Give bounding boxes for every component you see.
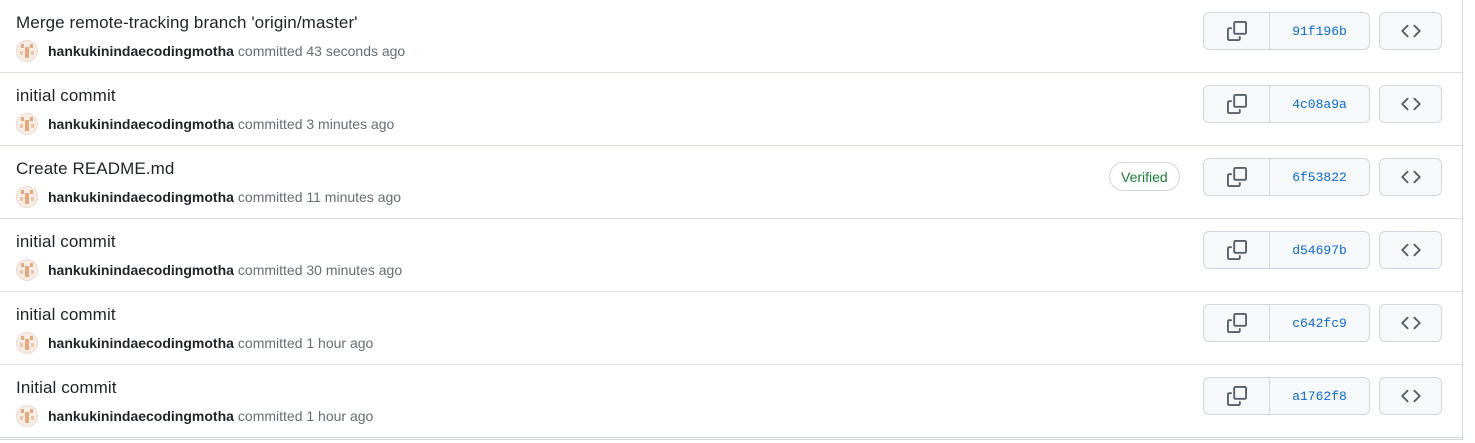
avatar[interactable] <box>16 186 38 208</box>
browse-repository-button[interactable] <box>1379 231 1442 269</box>
copy-sha-button[interactable] <box>1204 159 1270 195</box>
commit-row: initial commit hankukinindaecodingmotha … <box>0 219 1462 292</box>
browse-repository-button[interactable] <box>1379 377 1442 415</box>
commit-sha-button-group: d54697b <box>1203 231 1370 269</box>
commit-meta: hankukinindaecodingmotha committed 1 hou… <box>16 332 373 354</box>
avatar[interactable] <box>16 40 38 62</box>
code-icon <box>1400 167 1421 187</box>
author-link[interactable]: hankukinindaecodingmotha <box>48 335 234 351</box>
commit-time: committed 3 minutes ago <box>237 116 395 132</box>
commit-sha-link[interactable]: d54697b <box>1270 232 1369 268</box>
copy-sha-button[interactable] <box>1204 378 1270 414</box>
code-icon <box>1400 21 1421 41</box>
commit-list: Merge remote-tracking branch 'origin/mas… <box>0 0 1463 440</box>
commit-meta: hankukinindaecodingmotha committed 43 se… <box>16 40 405 62</box>
commit-row: initial commit hankukinindaecodingmotha … <box>0 292 1462 365</box>
commit-time: committed 11 minutes ago <box>237 189 402 205</box>
code-icon <box>1400 240 1421 260</box>
commit-time: committed 1 hour ago <box>237 408 374 424</box>
commit-title[interactable]: Merge remote-tracking branch 'origin/mas… <box>16 13 358 33</box>
commit-title[interactable]: initial commit <box>16 232 116 252</box>
browse-repository-button[interactable] <box>1379 304 1442 342</box>
commit-sha-button-group: c642fc9 <box>1203 304 1370 342</box>
commit-title[interactable]: initial commit <box>16 305 116 325</box>
avatar[interactable] <box>16 405 38 427</box>
commit-time: committed 30 minutes ago <box>237 262 403 278</box>
commit-time: committed 43 seconds ago <box>237 43 406 59</box>
code-icon <box>1400 386 1421 406</box>
avatar[interactable] <box>16 332 38 354</box>
commit-sha-button-group: 6f53822 <box>1203 158 1370 196</box>
author-link[interactable]: hankukinindaecodingmotha <box>48 262 234 278</box>
commit-sha-link[interactable]: 4c08a9a <box>1270 86 1369 122</box>
commit-sha-button-group: 91f196b <box>1203 12 1370 50</box>
author-link[interactable]: hankukinindaecodingmotha <box>48 189 234 205</box>
copy-icon <box>1226 386 1247 406</box>
avatar[interactable] <box>16 259 38 281</box>
copy-sha-button[interactable] <box>1204 305 1270 341</box>
author-link[interactable]: hankukinindaecodingmotha <box>48 43 234 59</box>
author-link[interactable]: hankukinindaecodingmotha <box>48 116 234 132</box>
copy-icon <box>1226 313 1247 333</box>
code-icon <box>1400 313 1421 333</box>
browse-repository-button[interactable] <box>1379 12 1442 50</box>
copy-icon <box>1226 94 1247 114</box>
commit-sha-button-group: 4c08a9a <box>1203 85 1370 123</box>
commit-meta: hankukinindaecodingmotha committed 11 mi… <box>16 186 401 208</box>
commit-row: Merge remote-tracking branch 'origin/mas… <box>0 0 1462 73</box>
browse-repository-button[interactable] <box>1379 158 1442 196</box>
commit-sha-link[interactable]: c642fc9 <box>1270 305 1369 341</box>
commit-meta: hankukinindaecodingmotha committed 1 hou… <box>16 405 373 427</box>
commit-sha-link[interactable]: 91f196b <box>1270 13 1369 49</box>
copy-icon <box>1226 167 1247 187</box>
copy-icon <box>1226 240 1247 260</box>
commit-meta: hankukinindaecodingmotha committed 3 min… <box>16 113 394 135</box>
copy-sha-button[interactable] <box>1204 232 1270 268</box>
copy-icon <box>1226 21 1247 41</box>
copy-sha-button[interactable] <box>1204 86 1270 122</box>
commit-sha-button-group: a1762f8 <box>1203 377 1370 415</box>
verified-badge[interactable]: Verified <box>1109 162 1180 191</box>
commit-title[interactable]: Initial commit <box>16 378 117 398</box>
commit-sha-link[interactable]: a1762f8 <box>1270 378 1369 414</box>
commit-sha-link[interactable]: 6f53822 <box>1270 159 1369 195</box>
commit-row: Create README.md hankukinindaecodingmoth… <box>0 146 1462 219</box>
commit-meta: hankukinindaecodingmotha committed 30 mi… <box>16 259 402 281</box>
browse-repository-button[interactable] <box>1379 85 1442 123</box>
copy-sha-button[interactable] <box>1204 13 1270 49</box>
commit-time: committed 1 hour ago <box>237 335 374 351</box>
commit-row: Initial commit hankukinindaecodingmotha … <box>0 365 1462 438</box>
commit-title[interactable]: initial commit <box>16 86 116 106</box>
commit-row: initial commit hankukinindaecodingmotha … <box>0 73 1462 146</box>
code-icon <box>1400 94 1421 114</box>
avatar[interactable] <box>16 113 38 135</box>
commit-title[interactable]: Create README.md <box>16 159 174 179</box>
author-link[interactable]: hankukinindaecodingmotha <box>48 408 234 424</box>
